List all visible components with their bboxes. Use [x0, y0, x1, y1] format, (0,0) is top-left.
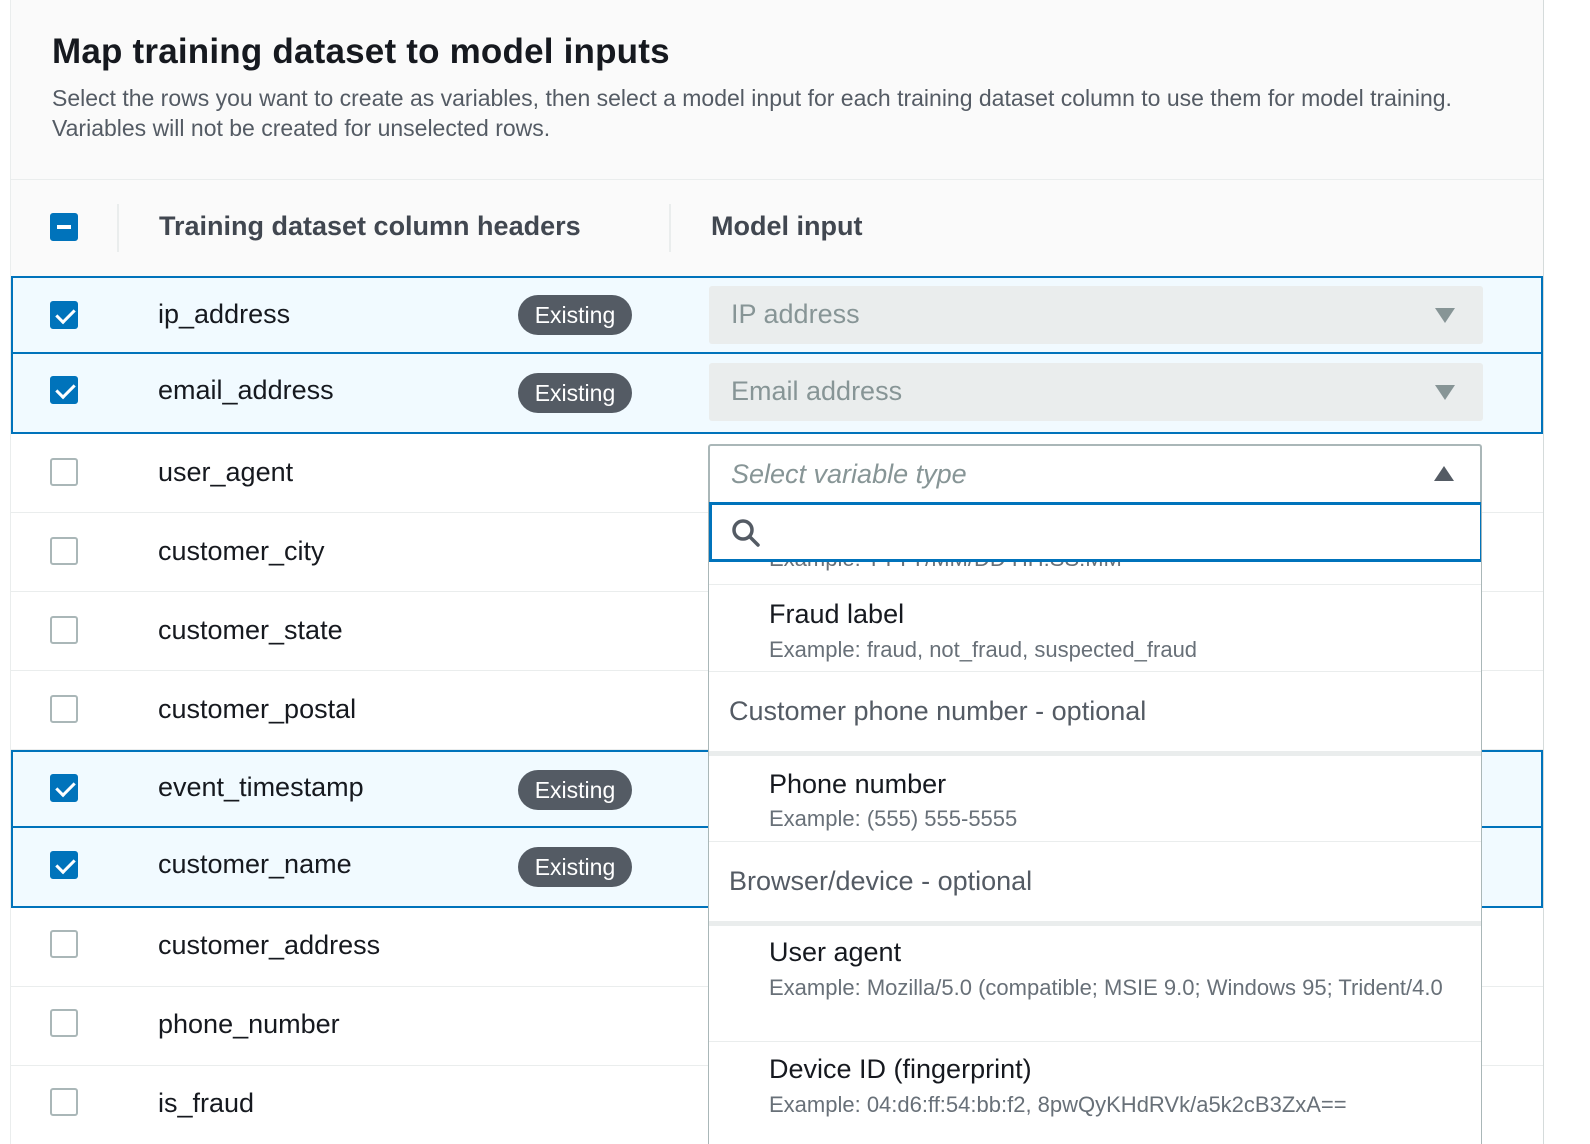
option-phone-number[interactable]: Phone number Example: (555) 555-5555 [709, 756, 1481, 842]
column-divider [117, 204, 119, 252]
row-checkbox[interactable] [50, 695, 78, 723]
group-label: Browser/device - optional [729, 866, 1033, 896]
page-description: Select the rows you want to create as va… [52, 85, 1452, 141]
row-checkbox[interactable] [50, 376, 78, 404]
caret-down-icon [1435, 308, 1455, 323]
option-example: Example: (555) 555-5555 [769, 806, 1018, 831]
option-group-phone: Customer phone number - optional [709, 672, 1481, 756]
row-checkbox[interactable] [50, 1088, 78, 1116]
row-label: customer_state [158, 615, 343, 645]
select-value: Email address [731, 376, 903, 406]
model-input-select: IP address [709, 286, 1483, 344]
row-checkbox[interactable] [50, 301, 78, 329]
variable-type-select[interactable]: Select variable type [708, 444, 1482, 504]
select-placeholder: Select variable type [731, 459, 967, 489]
row-checkbox[interactable] [50, 616, 78, 644]
row-label: customer_name [158, 849, 352, 879]
option-device-id[interactable]: Device ID (fingerprint) Example: 04:d6:f… [709, 1042, 1481, 1144]
row-label: phone_number [158, 1009, 340, 1039]
column-divider [669, 204, 671, 252]
dropdown-search [709, 502, 1481, 562]
table-row[interactable]: email_address Existing Email address [11, 354, 1543, 434]
status-badge: Existing [518, 770, 632, 810]
option-example: Example: 04:d6:ff:54:bb:f2, 8pwQyKHdRVk/… [769, 1092, 1347, 1117]
variable-type-dropdown: Example: YYYY/MM/DD HH:SS:MM Fraud label… [708, 502, 1482, 1144]
row-label: customer_city [158, 536, 325, 566]
table-header: Training dataset column headers Model in… [11, 180, 1543, 277]
status-badge: Existing [518, 295, 632, 335]
search-input[interactable] [774, 515, 1464, 551]
row-checkbox[interactable] [50, 1009, 78, 1037]
model-input-select: Email address [709, 363, 1483, 421]
select-all-checkbox[interactable] [50, 213, 78, 241]
row-label: is_fraud [158, 1088, 255, 1118]
search-icon [732, 519, 760, 547]
option-fraud-label[interactable]: Fraud label Example: fraud, not_fraud, s… [709, 585, 1481, 672]
panel-header: Map training dataset to model inputs Sel… [11, 0, 1543, 180]
row-checkbox[interactable] [50, 851, 78, 879]
row-label: user_agent [158, 457, 294, 487]
option-example: Example: fraud, not_fraud, suspected_fra… [769, 637, 1198, 662]
table-row[interactable]: ip_address Existing IP address [11, 276, 1543, 354]
caret-down-icon [1435, 385, 1455, 400]
row-label: event_timestamp [158, 772, 364, 802]
status-badge: Existing [518, 373, 632, 413]
option-label: Device ID (fingerprint) [769, 1054, 1032, 1084]
row-checkbox[interactable] [50, 458, 78, 486]
row-checkbox[interactable] [50, 930, 78, 958]
option-user-agent[interactable]: User agent Example: Mozilla/5.0 (compati… [709, 926, 1481, 1042]
row-label: ip_address [158, 299, 291, 329]
option-label: Phone number [769, 769, 947, 799]
row-label: email_address [158, 375, 334, 405]
page-title: Map training dataset to model inputs [52, 32, 670, 71]
option-label: User agent [769, 937, 902, 967]
select-value: IP address [731, 299, 860, 329]
row-label: customer_address [158, 930, 381, 960]
column-header-dataset: Training dataset column headers [159, 211, 581, 241]
column-header-model-input: Model input [711, 211, 863, 241]
group-label: Customer phone number - optional [729, 696, 1147, 726]
row-checkbox[interactable] [50, 537, 78, 565]
caret-up-icon[interactable] [1434, 466, 1454, 481]
option-group-browser: Browser/device - optional [709, 842, 1481, 926]
row-label: customer_postal [158, 694, 357, 724]
option-example: Example: Mozilla/5.0 (compatible; MSIE 9… [769, 975, 1443, 1000]
row-checkbox[interactable] [50, 774, 78, 802]
status-badge: Existing [518, 847, 632, 887]
option-label: Fraud label [769, 599, 905, 629]
